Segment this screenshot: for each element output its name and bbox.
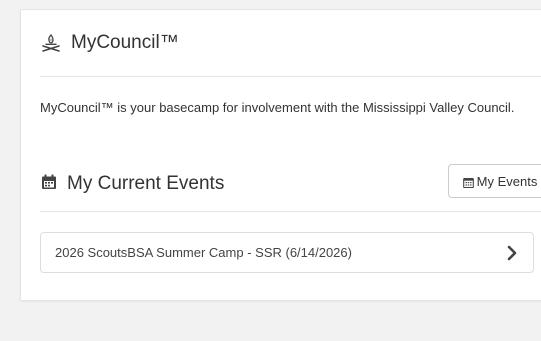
events-section-header: My Current Events My Events xyxy=(40,163,541,203)
campfire-icon xyxy=(40,32,62,54)
panel-title: MyCouncil™ xyxy=(71,32,179,53)
calendar-icon xyxy=(462,176,474,188)
header-divider xyxy=(40,76,541,77)
events-divider xyxy=(40,211,541,212)
event-item-label: 2026 ScoutsBSA Summer Camp - SSR (6/14/2… xyxy=(55,245,352,260)
mycouncil-panel: MyCouncil™ MyCouncil™ is your basecamp f… xyxy=(20,9,541,301)
panel-header: MyCouncil™ xyxy=(21,10,541,76)
panel-description: MyCouncil™ is your basecamp for involvem… xyxy=(40,100,515,115)
my-events-button-label: My Events xyxy=(476,173,538,189)
calendar-icon xyxy=(41,174,57,190)
events-heading: My Current Events xyxy=(67,173,225,194)
event-list-item[interactable]: 2026 ScoutsBSA Summer Camp - SSR (6/14/2… xyxy=(40,232,534,273)
my-events-button[interactable]: My Events xyxy=(448,164,541,198)
chevron-right-icon xyxy=(506,245,518,261)
